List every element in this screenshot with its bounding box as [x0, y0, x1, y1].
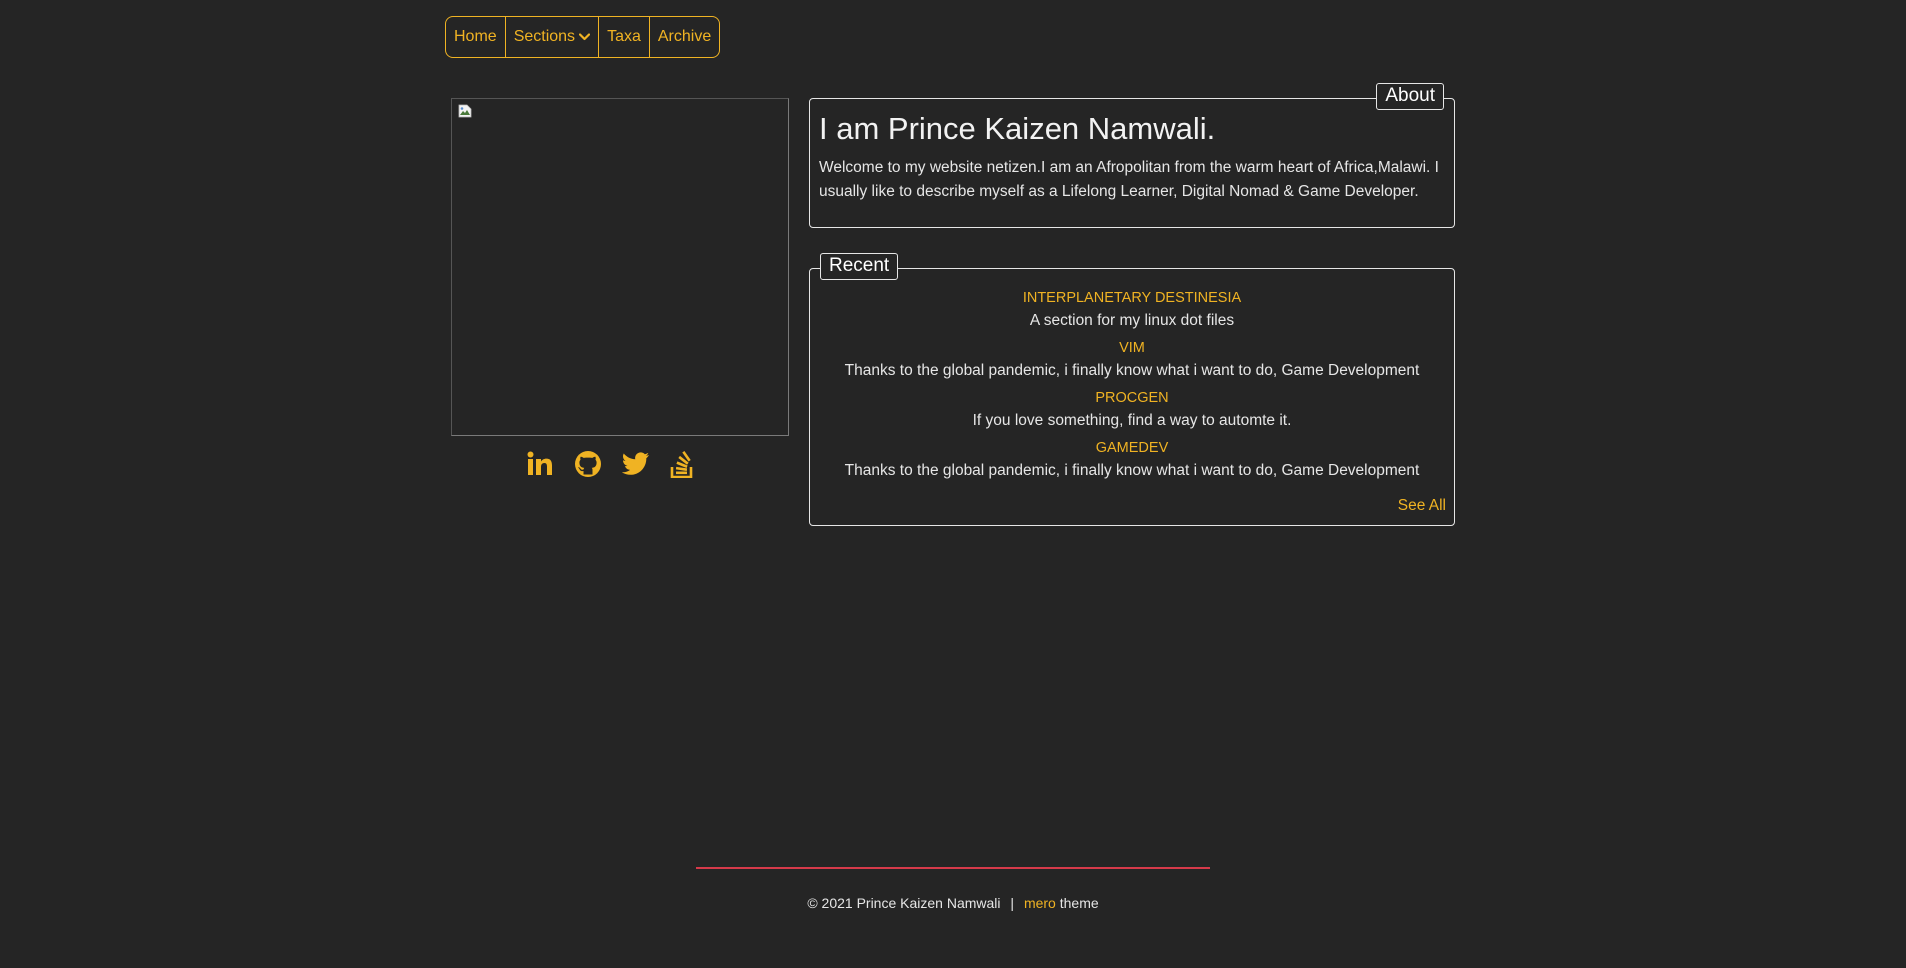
recent-panel: Recent INTERPLANETARY DESTINESIA A secti…: [809, 253, 1455, 526]
nav-sections-dropdown[interactable]: Sections: [506, 17, 600, 57]
nav-sections-label: Sections: [513, 28, 576, 45]
list-item: PROCGEN If you love something, find a wa…: [810, 387, 1454, 433]
footer-divider: [696, 867, 1210, 869]
social-links: [526, 450, 694, 478]
list-item: VIM Thanks to the global pandemic, i fin…: [810, 337, 1454, 383]
about-body: Welcome to my website netizen.I am an Af…: [819, 159, 1439, 200]
list-item: INTERPLANETARY DESTINESIA A section for …: [810, 287, 1454, 333]
post-description: Thanks to the global pandemic, i finally…: [844, 362, 1420, 379]
about-panel: About I am Prince Kaizen Namwali. Welcom…: [809, 83, 1455, 228]
nav-archive[interactable]: Archive: [650, 17, 719, 57]
recent-list: INTERPLANETARY DESTINESIA A section for …: [810, 287, 1454, 487]
copyright-text: © 2021 Prince Kaizen Namwali: [807, 895, 1001, 911]
broken-image-icon: [458, 104, 472, 123]
linkedin-icon[interactable]: [526, 450, 554, 478]
nav-home-label: Home: [454, 28, 497, 45]
post-description: If you love something, find a way to aut…: [972, 412, 1292, 429]
about-legend: About: [1376, 83, 1444, 110]
see-all-link[interactable]: See All: [1398, 497, 1446, 515]
profile-image: [451, 98, 789, 436]
post-title-link[interactable]: PROCGEN: [810, 387, 1454, 409]
post-description: Thanks to the global pandemic, i finally…: [844, 462, 1420, 479]
post-title-link[interactable]: VIM: [810, 337, 1454, 359]
theme-suffix: theme: [1059, 895, 1099, 911]
footer-separator: |: [1010, 895, 1015, 911]
post-description: A section for my linux dot files: [1029, 312, 1235, 329]
chevron-down-icon: [579, 33, 591, 41]
recent-legend: Recent: [820, 253, 899, 280]
post-title-link[interactable]: GAMEDEV: [810, 437, 1454, 459]
stackoverflow-icon[interactable]: [670, 450, 694, 478]
about-heading: I am Prince Kaizen Namwali.: [819, 111, 1216, 146]
nav-taxa-label: Taxa: [607, 28, 641, 45]
theme-link[interactable]: mero: [1024, 895, 1056, 911]
nav-home[interactable]: Home: [446, 17, 506, 57]
nav-archive-label: Archive: [657, 28, 712, 45]
github-icon[interactable]: [574, 450, 602, 478]
list-item: GAMEDEV Thanks to the global pandemic, i…: [810, 437, 1454, 483]
twitter-icon[interactable]: [622, 452, 650, 476]
footer: © 2021 Prince Kaizen Namwali | mero them…: [0, 895, 1906, 911]
main-nav: Home Sections Taxa Archive: [445, 16, 721, 58]
nav-taxa[interactable]: Taxa: [599, 17, 650, 57]
post-title-link[interactable]: INTERPLANETARY DESTINESIA: [810, 287, 1454, 309]
